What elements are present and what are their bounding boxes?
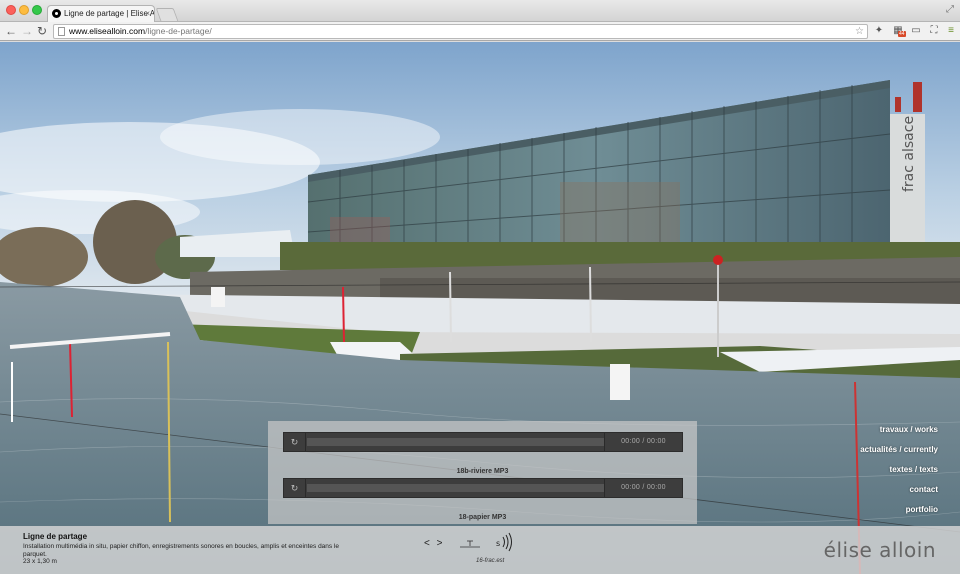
nav-link-currently[interactable]: actualités / currently bbox=[860, 440, 938, 460]
address-bar[interactable]: www.elisealloin.com/ligne-de-partage/ ☆ bbox=[53, 24, 868, 39]
page-icon bbox=[58, 27, 65, 36]
forward-button[interactable]: → bbox=[21, 23, 33, 39]
tab-title: Ligne de partage | Elise Al bbox=[64, 9, 155, 18]
reload-button[interactable]: ↻ bbox=[37, 23, 47, 39]
site-logo[interactable]: élise alloin bbox=[824, 538, 936, 562]
text-icon[interactable] bbox=[459, 538, 481, 548]
audio-track-1: ↻ 00:00 / 00:00 bbox=[283, 432, 683, 452]
artwork-description: Installation multimédia in situ, papier … bbox=[23, 543, 340, 558]
page-content: frac alsace ↻ 00:00 / 00:00 18b-riviere … bbox=[0, 42, 960, 574]
prev-next-arrows[interactable]: < > bbox=[424, 538, 444, 549]
bookmark-star-icon[interactable]: ☆ bbox=[855, 25, 864, 38]
url-path: /ligne-de-partage/ bbox=[145, 26, 212, 36]
browser-tab[interactable]: Ligne de partage | Elise Al × bbox=[47, 5, 155, 22]
nav-link-works[interactable]: travaux / works bbox=[860, 420, 938, 440]
nav-link-contact[interactable]: contact bbox=[860, 480, 938, 500]
browser-tab-bar: Ligne de partage | Elise Al × ⤢ bbox=[0, 0, 960, 22]
audio-player-panel: ↻ 00:00 / 00:00 18b-riviere MP3 ↻ 00:00 … bbox=[268, 421, 697, 524]
nav-link-portfolio[interactable]: portfolio bbox=[860, 500, 938, 520]
seek-bar[interactable] bbox=[307, 438, 605, 446]
play-button[interactable]: ↻ bbox=[284, 479, 306, 497]
nav-link-texts[interactable]: textes / texts bbox=[860, 460, 938, 480]
new-tab-button[interactable] bbox=[155, 8, 179, 21]
minimize-window-button[interactable] bbox=[19, 5, 29, 15]
extension-calendar-icon[interactable]: ▦44 bbox=[892, 25, 906, 37]
audio-track-2: ↻ 00:00 / 00:00 bbox=[283, 478, 683, 498]
site-navigation: travaux / works actualités / currently t… bbox=[860, 420, 938, 520]
extension-puzzle-icon[interactable]: ✦ bbox=[873, 25, 885, 37]
play-button[interactable]: ↻ bbox=[284, 433, 306, 451]
svg-text:frac alsace: frac alsace bbox=[901, 116, 917, 192]
extension-window-icon[interactable]: ▭ bbox=[910, 25, 922, 37]
artwork-info-bar: Ligne de partage Installation multimédia… bbox=[0, 526, 960, 574]
extension-screen-icon[interactable]: ⛶ bbox=[928, 25, 940, 37]
track-time: 00:00 / 00:00 bbox=[604, 433, 682, 451]
browser-toolbar: ← → ↻ www.elisealloin.com/ligne-de-parta… bbox=[0, 22, 960, 41]
photo-credit: 16-frac.est bbox=[476, 558, 505, 564]
close-window-button[interactable] bbox=[6, 5, 16, 15]
browser-menu-icon[interactable]: ≡ bbox=[945, 25, 957, 37]
artwork-title: Ligne de partage bbox=[23, 532, 88, 541]
site-favicon-icon bbox=[52, 9, 61, 18]
svg-text:s: s bbox=[496, 539, 500, 548]
sound-icon[interactable]: s bbox=[496, 532, 518, 552]
seek-bar[interactable] bbox=[307, 484, 605, 492]
track-time: 00:00 / 00:00 bbox=[604, 479, 682, 497]
tab-close-icon[interactable]: × bbox=[145, 6, 150, 21]
back-button[interactable]: ← bbox=[5, 23, 17, 39]
track-label: 18b-riviere MP3 bbox=[456, 468, 509, 475]
url-domain: www.elisealloin.com bbox=[69, 26, 146, 36]
fullscreen-icon[interactable]: ⤢ bbox=[946, 4, 954, 15]
extension-badge: 44 bbox=[898, 31, 906, 37]
zoom-window-button[interactable] bbox=[32, 5, 42, 15]
track-label: 18-papier MP3 bbox=[458, 514, 507, 521]
artwork-dimensions: 23 x 1,30 m bbox=[23, 558, 57, 565]
